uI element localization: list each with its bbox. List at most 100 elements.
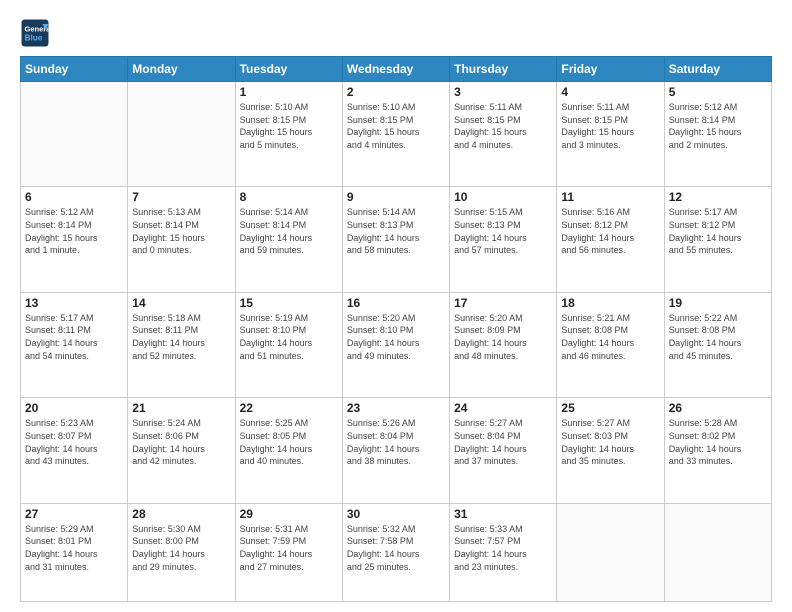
calendar-cell: 20 Sunrise: 5:23 AM Sunset: 8:07 PM Dayli…: [21, 398, 128, 503]
day-number: 12: [669, 190, 767, 204]
day-number: 10: [454, 190, 552, 204]
day-number: 5: [669, 85, 767, 99]
day-number: 22: [240, 401, 338, 415]
day-number: 30: [347, 507, 445, 521]
calendar-cell: 23 Sunrise: 5:26 AM Sunset: 8:04 PM Dayli…: [342, 398, 449, 503]
column-header-tuesday: Tuesday: [235, 57, 342, 82]
day-info: Sunrise: 5:12 AM Sunset: 8:14 PM Dayligh…: [669, 101, 767, 151]
calendar-cell: 29 Sunrise: 5:31 AM Sunset: 7:59 PM Dayli…: [235, 503, 342, 601]
day-info: Sunrise: 5:11 AM Sunset: 8:15 PM Dayligh…: [561, 101, 659, 151]
calendar-cell: 9 Sunrise: 5:14 AM Sunset: 8:13 PM Daylig…: [342, 187, 449, 292]
day-number: 13: [25, 296, 123, 310]
day-info: Sunrise: 5:21 AM Sunset: 8:08 PM Dayligh…: [561, 312, 659, 362]
svg-text:Blue: Blue: [25, 34, 43, 43]
day-info: Sunrise: 5:18 AM Sunset: 8:11 PM Dayligh…: [132, 312, 230, 362]
day-info: Sunrise: 5:13 AM Sunset: 8:14 PM Dayligh…: [132, 206, 230, 256]
calendar-cell: 2 Sunrise: 5:10 AM Sunset: 8:15 PM Daylig…: [342, 82, 449, 187]
day-number: 16: [347, 296, 445, 310]
calendar-cell: 11Sunrise: 5:16 AM Sunset: 8:12 PM Dayli…: [557, 187, 664, 292]
calendar-cell: 17 Sunrise: 5:20 AM Sunset: 8:09 PM Dayli…: [450, 292, 557, 397]
calendar-cell: 5 Sunrise: 5:12 AM Sunset: 8:14 PM Daylig…: [664, 82, 771, 187]
day-info: Sunrise: 5:31 AM Sunset: 7:59 PM Dayligh…: [240, 523, 338, 573]
week-row-4: 20 Sunrise: 5:23 AM Sunset: 8:07 PM Dayli…: [21, 398, 772, 503]
day-number: 29: [240, 507, 338, 521]
calendar-cell: 12 Sunrise: 5:17 AM Sunset: 8:12 PM Dayli…: [664, 187, 771, 292]
calendar-cell: 8Sunrise: 5:14 AM Sunset: 8:14 PM Daylig…: [235, 187, 342, 292]
week-row-3: 13 Sunrise: 5:17 AM Sunset: 8:11 PM Dayli…: [21, 292, 772, 397]
calendar-cell: 13 Sunrise: 5:17 AM Sunset: 8:11 PM Dayli…: [21, 292, 128, 397]
day-info: Sunrise: 5:15 AM Sunset: 8:13 PM Dayligh…: [454, 206, 552, 256]
day-info: Sunrise: 5:19 AM Sunset: 8:10 PM Dayligh…: [240, 312, 338, 362]
day-number: 31: [454, 507, 552, 521]
day-info: Sunrise: 5:30 AM Sunset: 8:00 PM Dayligh…: [132, 523, 230, 573]
day-info: Sunrise: 5:12 AM Sunset: 8:14 PM Dayligh…: [25, 206, 123, 256]
day-number: 9: [347, 190, 445, 204]
calendar-cell: 16 Sunrise: 5:20 AM Sunset: 8:10 PM Dayli…: [342, 292, 449, 397]
calendar-cell: 3 Sunrise: 5:11 AM Sunset: 8:15 PM Daylig…: [450, 82, 557, 187]
calendar-cell: 18Sunrise: 5:21 AM Sunset: 8:08 PM Dayli…: [557, 292, 664, 397]
calendar-cell: [21, 82, 128, 187]
day-info: Sunrise: 5:20 AM Sunset: 8:10 PM Dayligh…: [347, 312, 445, 362]
column-header-monday: Monday: [128, 57, 235, 82]
day-info: Sunrise: 5:14 AM Sunset: 8:13 PM Dayligh…: [347, 206, 445, 256]
column-header-friday: Friday: [557, 57, 664, 82]
header: General Blue: [20, 18, 772, 48]
calendar-cell: 7 Sunrise: 5:13 AM Sunset: 8:14 PM Daylig…: [128, 187, 235, 292]
calendar-cell: 1 Sunrise: 5:10 AM Sunset: 8:15 PM Daylig…: [235, 82, 342, 187]
day-info: Sunrise: 5:16 AM Sunset: 8:12 PM Dayligh…: [561, 206, 659, 256]
day-number: 23: [347, 401, 445, 415]
day-info: Sunrise: 5:23 AM Sunset: 8:07 PM Dayligh…: [25, 417, 123, 467]
day-number: 6: [25, 190, 123, 204]
calendar-cell: [557, 503, 664, 601]
day-number: 25: [561, 401, 659, 415]
day-info: Sunrise: 5:17 AM Sunset: 8:12 PM Dayligh…: [669, 206, 767, 256]
page: General Blue SundayMondayTuesdayWednesda…: [0, 0, 792, 612]
day-number: 15: [240, 296, 338, 310]
day-info: Sunrise: 5:25 AM Sunset: 8:05 PM Dayligh…: [240, 417, 338, 467]
day-number: 1: [240, 85, 338, 99]
calendar-cell: 30 Sunrise: 5:32 AM Sunset: 7:58 PM Dayli…: [342, 503, 449, 601]
logo: General Blue: [20, 18, 50, 48]
column-header-saturday: Saturday: [664, 57, 771, 82]
calendar-cell: 14 Sunrise: 5:18 AM Sunset: 8:11 PM Dayli…: [128, 292, 235, 397]
day-info: Sunrise: 5:17 AM Sunset: 8:11 PM Dayligh…: [25, 312, 123, 362]
day-info: Sunrise: 5:11 AM Sunset: 8:15 PM Dayligh…: [454, 101, 552, 151]
day-info: Sunrise: 5:29 AM Sunset: 8:01 PM Dayligh…: [25, 523, 123, 573]
column-header-sunday: Sunday: [21, 57, 128, 82]
day-info: Sunrise: 5:24 AM Sunset: 8:06 PM Dayligh…: [132, 417, 230, 467]
calendar-cell: [664, 503, 771, 601]
calendar-cell: 31 Sunrise: 5:33 AM Sunset: 7:57 PM Dayli…: [450, 503, 557, 601]
calendar-cell: 27 Sunrise: 5:29 AM Sunset: 8:01 PM Dayli…: [21, 503, 128, 601]
calendar-cell: 10 Sunrise: 5:15 AM Sunset: 8:13 PM Dayli…: [450, 187, 557, 292]
day-info: Sunrise: 5:28 AM Sunset: 8:02 PM Dayligh…: [669, 417, 767, 467]
day-number: 28: [132, 507, 230, 521]
day-info: Sunrise: 5:27 AM Sunset: 8:03 PM Dayligh…: [561, 417, 659, 467]
calendar-cell: 6 Sunrise: 5:12 AM Sunset: 8:14 PM Daylig…: [21, 187, 128, 292]
calendar-cell: 28 Sunrise: 5:30 AM Sunset: 8:00 PM Dayli…: [128, 503, 235, 601]
calendar-cell: [128, 82, 235, 187]
day-info: Sunrise: 5:10 AM Sunset: 8:15 PM Dayligh…: [240, 101, 338, 151]
day-info: Sunrise: 5:32 AM Sunset: 7:58 PM Dayligh…: [347, 523, 445, 573]
day-info: Sunrise: 5:33 AM Sunset: 7:57 PM Dayligh…: [454, 523, 552, 573]
day-number: 20: [25, 401, 123, 415]
day-number: 21: [132, 401, 230, 415]
day-number: 2: [347, 85, 445, 99]
day-number: 27: [25, 507, 123, 521]
week-row-2: 6 Sunrise: 5:12 AM Sunset: 8:14 PM Daylig…: [21, 187, 772, 292]
day-number: 26: [669, 401, 767, 415]
logo-icon: General Blue: [20, 18, 50, 48]
calendar-cell: 15 Sunrise: 5:19 AM Sunset: 8:10 PM Dayli…: [235, 292, 342, 397]
column-header-wednesday: Wednesday: [342, 57, 449, 82]
day-info: Sunrise: 5:22 AM Sunset: 8:08 PM Dayligh…: [669, 312, 767, 362]
day-number: 7: [132, 190, 230, 204]
calendar-cell: 19Sunrise: 5:22 AM Sunset: 8:08 PM Dayli…: [664, 292, 771, 397]
day-number: 3: [454, 85, 552, 99]
calendar-table: SundayMondayTuesdayWednesdayThursdayFrid…: [20, 56, 772, 602]
day-number: 14: [132, 296, 230, 310]
day-info: Sunrise: 5:20 AM Sunset: 8:09 PM Dayligh…: [454, 312, 552, 362]
calendar-cell: 21 Sunrise: 5:24 AM Sunset: 8:06 PM Dayli…: [128, 398, 235, 503]
calendar-cell: 22 Sunrise: 5:25 AM Sunset: 8:05 PM Dayli…: [235, 398, 342, 503]
day-number: 17: [454, 296, 552, 310]
day-info: Sunrise: 5:26 AM Sunset: 8:04 PM Dayligh…: [347, 417, 445, 467]
day-info: Sunrise: 5:10 AM Sunset: 8:15 PM Dayligh…: [347, 101, 445, 151]
